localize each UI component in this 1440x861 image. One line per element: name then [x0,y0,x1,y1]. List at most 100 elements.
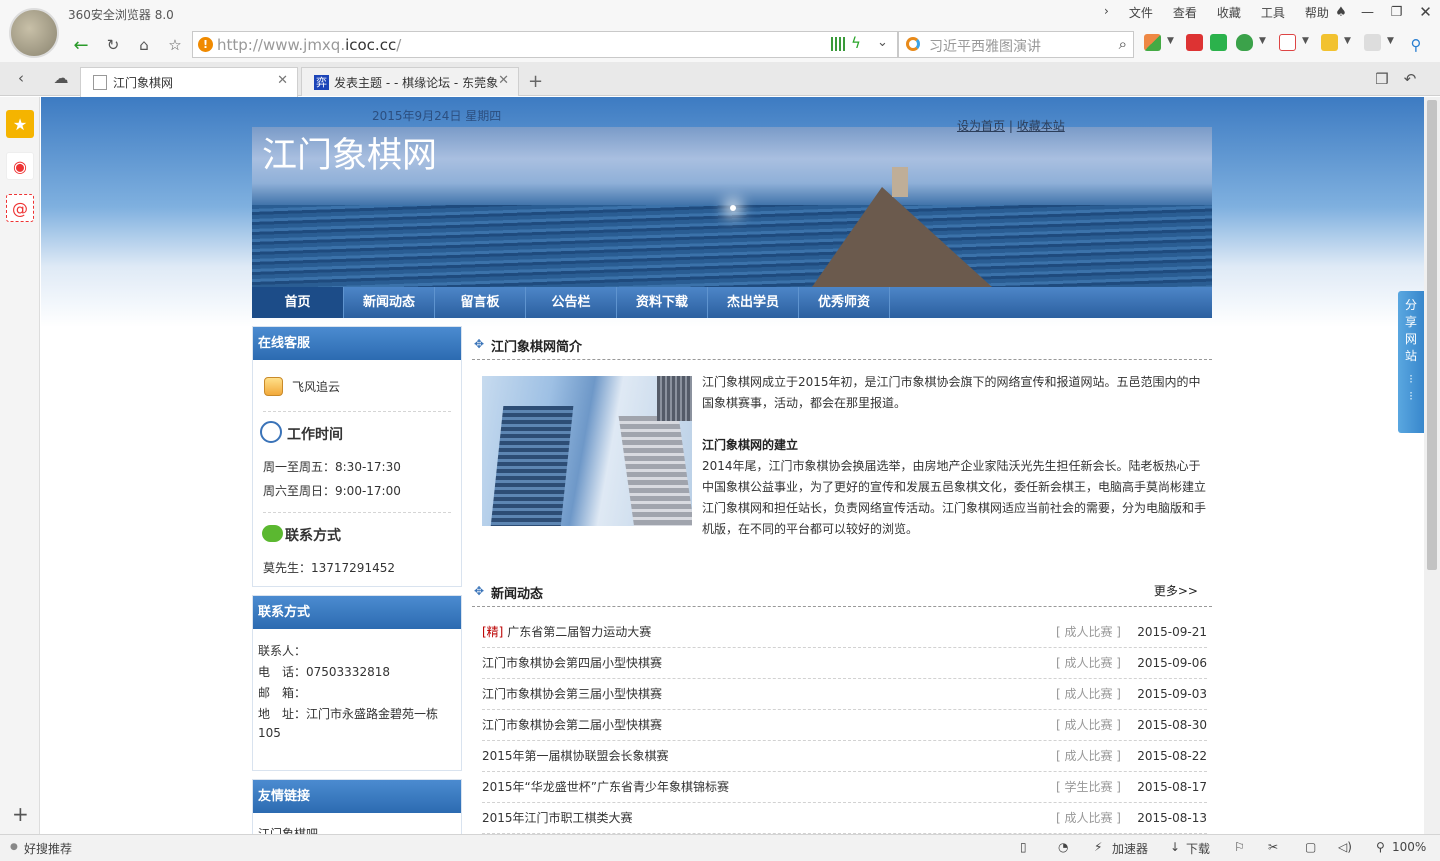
news-title-text[interactable]: 2015年“华龙盛世杯”广东省青少年象棋锦标赛 [482,780,729,794]
news-title-text[interactable]: 2015年第一届棋协联盟会长象棋赛 [482,749,669,763]
nav-students[interactable]: 杰出学员 [708,287,799,318]
news-title-link[interactable]: 江门市象棋协会第四届小型快棋赛 [482,648,662,679]
menu-tools[interactable]: 工具 [1251,4,1295,21]
tab-forum[interactable]: 弈 发表主题 - - 棋缘论坛 - 东莞象 ✕ [301,67,519,96]
shield-icon[interactable] [1236,34,1253,51]
weibo-icon[interactable]: ◉ [6,152,34,180]
restore-tab-icon[interactable]: ↶ [1399,69,1421,89]
translate-icon[interactable] [1279,34,1296,51]
chevron-down-icon[interactable]: ▼ [1259,36,1266,46]
news-title-link[interactable]: 江门市象棋协会第三届小型快棋赛 [482,679,662,710]
maximize-button[interactable]: ❐ [1382,0,1411,24]
mobile-icon[interactable]: ▯ [1020,840,1027,854]
news-row[interactable]: [精] 广东省第二届智力运动大赛 [ 成人比赛 ] 2015-09-21 [482,617,1207,648]
tab-jmxq[interactable]: 江门象棋网 ✕ [80,67,298,97]
wechat-icon[interactable] [1210,34,1227,51]
close-tab-icon[interactable]: ✕ [498,73,509,88]
video-icon[interactable] [1186,34,1203,51]
news-category[interactable]: [ 成人比赛 ] [1056,617,1121,648]
volume-icon[interactable]: ◁) [1338,840,1352,854]
tab-list-icon[interactable]: ❒ [1371,69,1393,89]
news-category[interactable]: [ 成人比赛 ] [1056,803,1121,834]
chevron-down-icon[interactable]: ▼ [1302,36,1309,46]
news-title-text[interactable]: 江门市象棋协会第四届小型快棋赛 [482,656,662,670]
back-icon[interactable]: ← [70,35,92,56]
news-title-text[interactable]: 广东省第二届智力运动大赛 [507,625,651,639]
nav-news[interactable]: 新闻动态 [344,287,435,318]
vertical-scrollbar[interactable] [1424,97,1440,834]
tab-back-icon[interactable]: ‹ [10,68,32,88]
scrollbar-thumb[interactable] [1427,100,1437,570]
news-row[interactable]: 江门市象棋协会第二届小型快棋赛 [ 成人比赛 ] 2015-08-30 [482,710,1207,741]
star-icon[interactable]: ☆ [164,35,186,55]
news-row[interactable]: 江门市象棋协会第三届小型快棋赛 [ 成人比赛 ] 2015-09-03 [482,679,1207,710]
download-icon[interactable]: ↓ [1170,840,1180,854]
accelerator-label[interactable]: 加速器 [1112,840,1148,857]
more-news-link[interactable]: 更多>> [1154,582,1198,599]
nav-home[interactable]: 首页 [252,287,344,318]
qr-code-icon[interactable] [831,37,845,51]
search-box[interactable]: 习近平西雅图演讲 ⌕ [898,31,1134,58]
search-input[interactable]: 习近平西雅图演讲 [929,36,1041,56]
search-icon[interactable]: ⌕ [1119,35,1127,53]
news-title-text[interactable]: 江门市象棋协会第三届小型快棋赛 [482,687,662,701]
game-icon[interactable] [1364,34,1381,51]
nav-teachers[interactable]: 优秀师资 [799,287,890,318]
email-icon[interactable]: @ [6,194,34,222]
news-row[interactable]: 2015年江门市职工棋类大赛 [ 成人比赛 ] 2015-08-13 [482,803,1207,834]
menu-view[interactable]: 查看 [1163,4,1207,21]
menu-favorites[interactable]: 收藏 [1207,4,1251,21]
news-row[interactable]: 2015年第一届棋协联盟会长象棋赛 [ 成人比赛 ] 2015-08-22 [482,741,1207,772]
apps-icon[interactable] [1144,34,1161,51]
chevron-down-icon[interactable]: ▼ [1167,36,1174,46]
friend-link[interactable]: 江门象棋吧 [258,825,318,834]
chevron-down-icon[interactable]: ▼ [1344,36,1351,46]
nav-notices[interactable]: 公告栏 [526,287,617,318]
add-icon[interactable]: + [12,802,29,826]
chevron-down-icon[interactable]: ⌄ [877,35,888,50]
zoom-icon[interactable]: ⚲ [1376,840,1385,854]
nav-downloads[interactable]: 资料下载 [617,287,708,318]
tools-icon[interactable]: ⚲ [1405,35,1427,55]
menu-expand-icon[interactable]: › [1094,4,1119,21]
news-title-text[interactable]: 2015年江门市职工棋类大赛 [482,811,633,825]
bookmark-site-link[interactable]: 收藏本站 [1017,119,1065,133]
news-title-text[interactable]: 江门市象棋协会第二届小型快棋赛 [482,718,662,732]
news-title-link[interactable]: 2015年第一届棋协联盟会长象棋赛 [482,741,669,772]
speed-mode-icon[interactable]: ϟ [851,34,861,52]
news-category[interactable]: [ 成人比赛 ] [1056,710,1121,741]
qq-icon[interactable] [264,377,283,396]
zoom-level[interactable]: 100% [1392,840,1426,854]
qq-contact[interactable]: 飞风追云 [292,378,340,395]
news-row[interactable]: 江门市象棋协会第四届小型快棋赛 [ 成人比赛 ] 2015-09-06 [482,648,1207,679]
news-category[interactable]: [ 成人比赛 ] [1056,679,1121,710]
skin-icon[interactable]: ♠ [1329,0,1353,24]
accelerator-icon[interactable]: ⚡ [1094,840,1102,854]
user-avatar[interactable] [9,8,59,58]
chevron-down-icon[interactable]: ▼ [1387,36,1394,46]
news-title-link[interactable]: 2015年“华龙盛世杯”广东省青少年象棋锦标赛 [482,772,729,803]
window-icon[interactable]: ▢ [1305,840,1316,854]
security-warning-icon[interactable]: ! [198,37,213,52]
status-recommend[interactable]: 好搜推荐 [24,840,72,857]
share-tab[interactable]: 分 享 网 站 ⁝ ⁝ [1398,291,1424,433]
refresh-icon[interactable]: ↻ [102,35,124,55]
close-window-button[interactable]: ✕ [1411,0,1440,24]
cut-icon[interactable]: ✂ [1268,840,1278,854]
favorites-star-icon[interactable]: ★ [6,110,34,138]
news-category[interactable]: [ 成人比赛 ] [1056,741,1121,772]
new-tab-button[interactable]: + [528,71,543,92]
home-icon[interactable]: ⌂ [133,35,155,55]
search-engine-icon[interactable] [906,37,920,51]
close-tab-icon[interactable]: ✕ [277,73,288,88]
cloud-icon[interactable]: ☁ [50,68,72,88]
news-title-link[interactable]: 江门市象棋协会第二届小型快棋赛 [482,710,662,741]
news-category[interactable]: [ 学生比赛 ] [1056,772,1121,803]
set-homepage-link[interactable]: 设为首页 [957,119,1005,133]
news-category[interactable]: [ 成人比赛 ] [1056,648,1121,679]
news-row[interactable]: 2015年“华龙盛世杯”广东省青少年象棋锦标赛 [ 学生比赛 ] 2015-08-1… [482,772,1207,803]
nav-guestbook[interactable]: 留言板 [435,287,526,318]
news-title-link[interactable]: 2015年江门市职工棋类大赛 [482,803,633,834]
minimize-button[interactable]: — [1353,0,1382,24]
capture-icon[interactable]: ◔ [1058,840,1068,854]
